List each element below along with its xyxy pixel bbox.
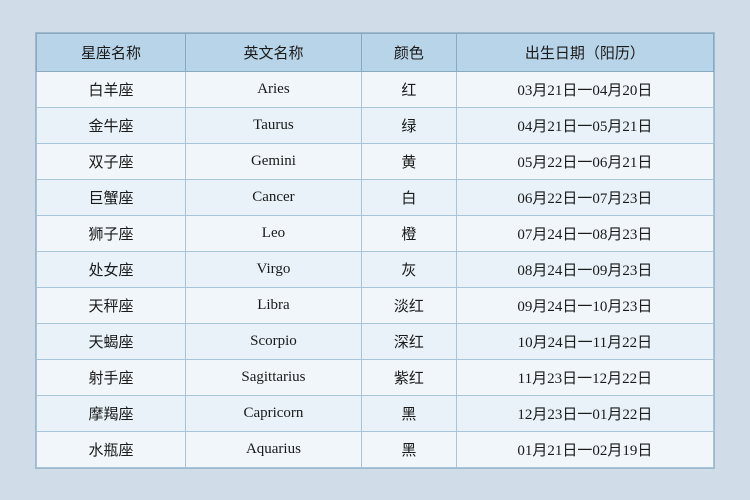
cell-color: 白: [361, 179, 456, 215]
cell-color: 紫红: [361, 359, 456, 395]
cell-english: Cancer: [185, 179, 361, 215]
cell-chinese: 摩羯座: [37, 395, 186, 431]
cell-color: 黄: [361, 143, 456, 179]
cell-date: 01月21日一02月19日: [456, 431, 713, 467]
cell-chinese: 水瓶座: [37, 431, 186, 467]
cell-date: 11月23日一12月22日: [456, 359, 713, 395]
cell-date: 08月24日一09月23日: [456, 251, 713, 287]
table-header-row: 星座名称 英文名称 颜色 出生日期（阳历）: [37, 33, 714, 71]
cell-english: Sagittarius: [185, 359, 361, 395]
table-row: 天秤座Libra淡红09月24日一10月23日: [37, 287, 714, 323]
cell-date: 12月23日一01月22日: [456, 395, 713, 431]
cell-date: 04月21日一05月21日: [456, 107, 713, 143]
table-row: 金牛座Taurus绿04月21日一05月21日: [37, 107, 714, 143]
cell-english: Gemini: [185, 143, 361, 179]
cell-chinese: 巨蟹座: [37, 179, 186, 215]
cell-chinese: 白羊座: [37, 71, 186, 107]
cell-color: 绿: [361, 107, 456, 143]
cell-date: 10月24日一11月22日: [456, 323, 713, 359]
cell-chinese: 狮子座: [37, 215, 186, 251]
cell-color: 黑: [361, 395, 456, 431]
cell-color: 淡红: [361, 287, 456, 323]
cell-english: Leo: [185, 215, 361, 251]
table-row: 狮子座Leo橙07月24日一08月23日: [37, 215, 714, 251]
table-row: 摩羯座Capricorn黑12月23日一01月22日: [37, 395, 714, 431]
cell-english: Libra: [185, 287, 361, 323]
zodiac-table: 星座名称 英文名称 颜色 出生日期（阳历） 白羊座Aries红03月21日一04…: [36, 33, 714, 468]
cell-english: Aries: [185, 71, 361, 107]
cell-date: 03月21日一04月20日: [456, 71, 713, 107]
cell-color: 橙: [361, 215, 456, 251]
table-row: 天蝎座Scorpio深红10月24日一11月22日: [37, 323, 714, 359]
cell-english: Scorpio: [185, 323, 361, 359]
chinese-name-header: 星座名称: [37, 33, 186, 71]
zodiac-table-container: 星座名称 英文名称 颜色 出生日期（阳历） 白羊座Aries红03月21日一04…: [35, 32, 715, 469]
cell-date: 09月24日一10月23日: [456, 287, 713, 323]
cell-color: 红: [361, 71, 456, 107]
cell-color: 黑: [361, 431, 456, 467]
cell-english: Taurus: [185, 107, 361, 143]
table-row: 巨蟹座Cancer白06月22日一07月23日: [37, 179, 714, 215]
cell-english: Aquarius: [185, 431, 361, 467]
cell-color: 灰: [361, 251, 456, 287]
cell-date: 06月22日一07月23日: [456, 179, 713, 215]
cell-chinese: 金牛座: [37, 107, 186, 143]
english-name-header: 英文名称: [185, 33, 361, 71]
cell-chinese: 天秤座: [37, 287, 186, 323]
table-body: 白羊座Aries红03月21日一04月20日金牛座Taurus绿04月21日一0…: [37, 71, 714, 467]
cell-chinese: 双子座: [37, 143, 186, 179]
table-row: 水瓶座Aquarius黑01月21日一02月19日: [37, 431, 714, 467]
date-header: 出生日期（阳历）: [456, 33, 713, 71]
cell-date: 07月24日一08月23日: [456, 215, 713, 251]
cell-chinese: 天蝎座: [37, 323, 186, 359]
table-row: 射手座Sagittarius紫红11月23日一12月22日: [37, 359, 714, 395]
cell-english: Capricorn: [185, 395, 361, 431]
cell-chinese: 射手座: [37, 359, 186, 395]
table-row: 双子座Gemini黄05月22日一06月21日: [37, 143, 714, 179]
table-row: 白羊座Aries红03月21日一04月20日: [37, 71, 714, 107]
color-header: 颜色: [361, 33, 456, 71]
cell-chinese: 处女座: [37, 251, 186, 287]
cell-english: Virgo: [185, 251, 361, 287]
cell-color: 深红: [361, 323, 456, 359]
cell-date: 05月22日一06月21日: [456, 143, 713, 179]
table-row: 处女座Virgo灰08月24日一09月23日: [37, 251, 714, 287]
